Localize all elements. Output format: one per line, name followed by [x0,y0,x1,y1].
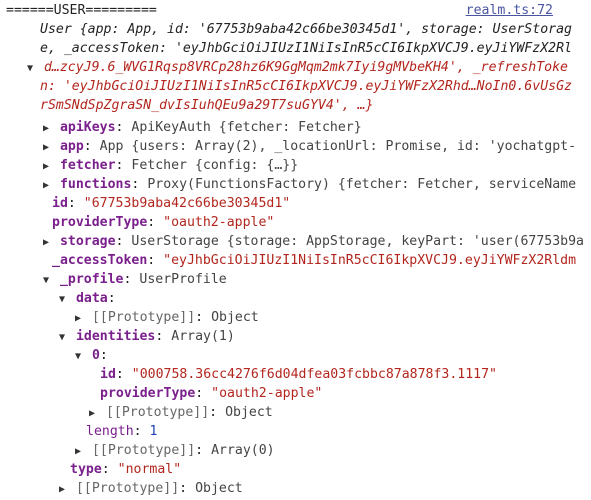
prop-data-prototype[interactable]: ▶ [[Prototype]]: Object [0,309,591,328]
collapsed-triangle-icon[interactable]: ▶ [86,405,98,423]
expand-triangle-icon[interactable]: ▼ [72,348,84,366]
collapsed-triangle-icon[interactable]: ▶ [40,234,52,252]
expand-triangle-icon[interactable]: ▼ [40,272,52,290]
prop-app[interactable]: ▶ app: App {users: Array(2), _locationUr… [0,138,591,157]
prop-identity-prototype[interactable]: ▶ [[Prototype]]: Object [0,404,591,423]
collapsed-triangle-icon[interactable]: ▶ [40,139,52,157]
object-summary-line-3[interactable]: ▼ d…zcyJ9.6_WVG1Rqsp8VRCp28hz6K9GgMqm2mk… [0,59,591,78]
object-summary-line-2: e, _accessToken: 'eyJhbGciOiJIUzI1NiIsIn… [40,41,572,56]
expand-triangle-icon[interactable]: ▼ [24,60,36,78]
object-summary-line-1: User {app: App, id: '67753b9aba42c66be30… [40,22,572,37]
collapsed-triangle-icon[interactable]: ▶ [72,310,84,328]
prop-accessToken: _accessToken: "eyJhbGciOiJIUzI1NiIsInR5c… [52,253,577,268]
object-summary-line-5: rSmSNdSpZgraSN_dvIsIuhQEu9a29T7suGYV4', … [40,98,374,113]
collapsed-triangle-icon[interactable]: ▶ [72,443,84,461]
source-link[interactable]: realm.ts:72 [459,2,553,21]
prop-providerType: providerType: "oauth2-apple" [52,215,275,230]
prop-profile-prototype[interactable]: ▶ [[Prototype]]: Object [0,480,591,499]
prop-type: type: "normal" [70,462,182,477]
prop-id: id: "67753b9aba42c66be30345d1" [52,196,291,211]
prop-fetcher[interactable]: ▶ fetcher: Fetcher {config: {…}} [0,157,591,176]
prop-storage[interactable]: ▶ storage: UserStorage {storage: AppStor… [0,233,591,252]
collapsed-triangle-icon[interactable]: ▶ [40,158,52,176]
prop-length: length: 1 [86,424,158,439]
prop-identity-id: id: "000758.36cc4276f6d04dfea03fcbbc87a8… [100,367,498,382]
prop-array-prototype[interactable]: ▶ [[Prototype]]: Array(0) [0,442,591,461]
collapsed-triangle-icon[interactable]: ▶ [40,120,52,138]
prop-data[interactable]: ▼ data: [0,290,591,309]
object-summary-line-4: n: 'eyJhbGciOiJIUzI1NiIsInR5cCI6IkpXVCJ9… [40,79,572,94]
prop-profile[interactable]: ▼ _profile: UserProfile [0,271,591,290]
prop-identity-0[interactable]: ▼ 0: [0,347,591,366]
expand-triangle-icon[interactable]: ▼ [56,329,68,347]
log-header-text: ======USER========= [6,3,157,18]
prop-identities[interactable]: ▼ identities: Array(1) [0,328,591,347]
prop-identity-providerType: providerType: "oauth2-apple" [100,386,323,401]
collapsed-triangle-icon[interactable]: ▶ [56,481,68,499]
prop-apiKeys[interactable]: ▶ apiKeys: ApiKeyAuth {fetcher: Fetcher} [0,119,591,138]
prop-functions[interactable]: ▶ functions: Proxy(FunctionsFactory) {fe… [0,176,591,195]
expand-triangle-icon[interactable]: ▼ [56,291,68,309]
collapsed-triangle-icon[interactable]: ▶ [40,177,52,195]
